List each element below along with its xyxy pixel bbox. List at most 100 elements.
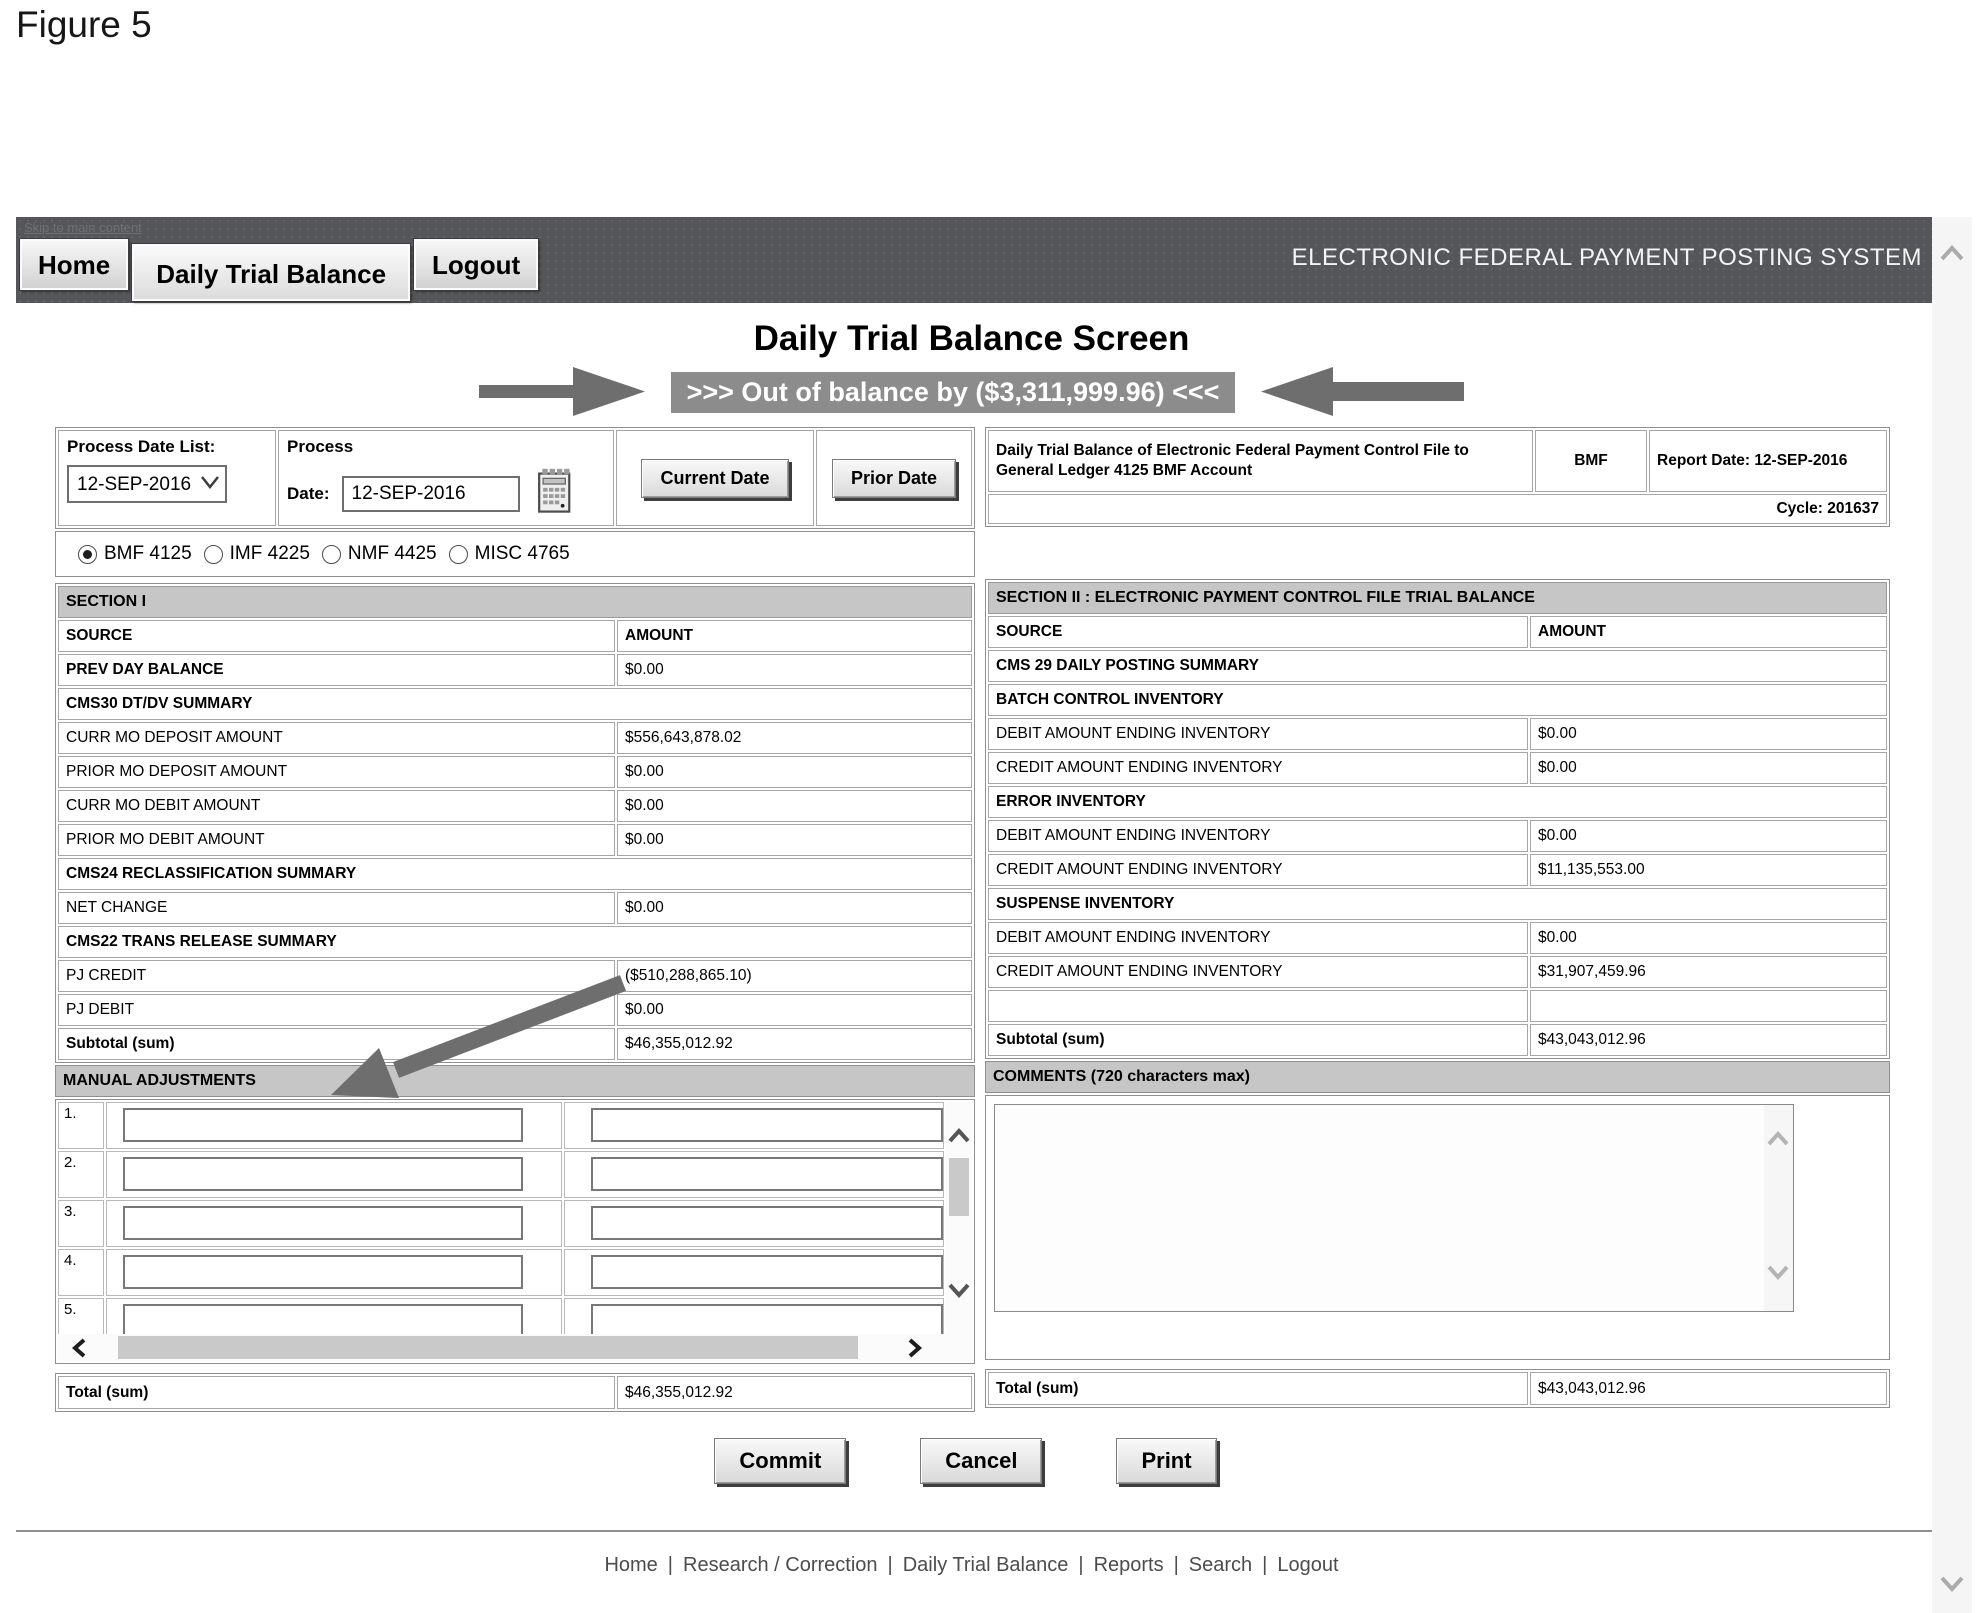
adjustments-vertical-scrollbar[interactable] — [946, 1102, 972, 1334]
footer-link-home[interactable]: Home — [604, 1554, 657, 1576]
adjustment-amount-cell — [564, 1249, 944, 1296]
adjustment-amount-cell — [564, 1151, 944, 1198]
skip-to-content-link[interactable]: Skip to main content — [24, 220, 142, 235]
radio-option-nmf-4425[interactable]: NMF 4425 — [322, 543, 437, 565]
process-date-list-label: Process Date List: — [67, 436, 267, 457]
group-label: CMS30 DT/DV SUMMARY — [58, 688, 972, 720]
prior-date-cell: Prior Date — [816, 430, 972, 526]
radio-label: MISC 4765 — [475, 543, 570, 565]
table-row: CREDIT AMOUNT ENDING INVENTORY$31,907,45… — [988, 956, 1887, 988]
adjustment-amount-input[interactable] — [591, 1304, 943, 1338]
comments-scrollbar[interactable] — [1764, 1105, 1793, 1311]
table-row: DEBIT AMOUNT ENDING INVENTORY$0.00 — [988, 820, 1887, 852]
adjustment-amount-input[interactable] — [591, 1157, 943, 1191]
radio-button-icon[interactable] — [204, 545, 223, 564]
row-value: $46,355,012.92 — [617, 1028, 972, 1060]
table-row: PREV DAY BALANCE$0.00 — [58, 654, 972, 686]
adjustment-desc-input[interactable] — [123, 1304, 523, 1338]
radio-option-bmf-4125[interactable]: BMF 4125 — [78, 543, 192, 565]
table-row: CMS30 DT/DV SUMMARY — [58, 688, 972, 720]
row-value: $0.00 — [617, 756, 972, 788]
row-value: $0.00 — [1530, 922, 1887, 954]
group-label: SUSPENSE INVENTORY — [988, 888, 1887, 920]
row-label: CREDIT AMOUNT ENDING INVENTORY — [988, 752, 1528, 784]
scroll-up-icon[interactable] — [1766, 1131, 1790, 1152]
adjustment-desc-input[interactable] — [123, 1108, 523, 1142]
row-label: PJ CREDIT — [58, 960, 615, 992]
total-value: $43,043,012.96 — [1530, 1372, 1887, 1405]
group-label: CMS 29 DAILY POSTING SUMMARY — [988, 650, 1887, 682]
radio-button-icon[interactable] — [78, 545, 97, 564]
section2-total-table: Total (sum) $43,043,012.96 — [985, 1369, 1890, 1408]
adjustment-desc-input[interactable] — [123, 1255, 523, 1289]
adjustment-rows: 1.2.3.4.5. — [58, 1102, 944, 1347]
footer-link-logout[interactable]: Logout — [1277, 1554, 1338, 1576]
adjustment-amount-input[interactable] — [591, 1255, 943, 1289]
footer-link-search[interactable]: Search — [1189, 1554, 1252, 1576]
process-date-cell: Process Date: — [278, 430, 614, 526]
system-title: ELECTRONIC FEDERAL PAYMENT POSTING SYSTE… — [1292, 244, 1922, 272]
action-buttons: Commit Cancel Print — [55, 1438, 1876, 1484]
process-date-input[interactable] — [342, 476, 520, 512]
row-label: DEBIT AMOUNT ENDING INVENTORY — [988, 820, 1528, 852]
prior-date-button[interactable]: Prior Date — [832, 459, 956, 498]
scroll-up-icon[interactable] — [1939, 245, 1965, 267]
report-description: Daily Trial Balance of Electronic Federa… — [988, 430, 1533, 492]
radio-button-icon[interactable] — [322, 545, 341, 564]
adjustment-desc-input[interactable] — [123, 1157, 523, 1191]
footer-link-reports[interactable]: Reports — [1094, 1554, 1164, 1576]
out-of-balance-row: >>> Out of balance by ($3,311,999.96) <<… — [55, 365, 1888, 419]
scroll-left-icon[interactable] — [70, 1337, 88, 1364]
group-label: CMS22 TRANS RELEASE SUMMARY — [58, 926, 972, 958]
report-account: BMF — [1535, 430, 1647, 492]
adjustment-desc-input[interactable] — [123, 1206, 523, 1240]
tab-logout[interactable]: Logout — [414, 239, 538, 290]
scrollbar-thumb[interactable] — [118, 1336, 858, 1359]
radio-option-misc-4765[interactable]: MISC 4765 — [449, 543, 570, 565]
total-label: Total (sum) — [988, 1372, 1528, 1405]
adjustments-horizontal-scrollbar[interactable] — [58, 1334, 972, 1361]
current-date-button[interactable]: Current Date — [641, 459, 788, 498]
report-date: Report Date: 12-SEP-2016 — [1649, 430, 1887, 492]
scroll-up-icon[interactable] — [947, 1128, 971, 1149]
process-date-list-select[interactable]: 12-SEP-2016 — [67, 465, 227, 503]
scroll-down-icon[interactable] — [1766, 1264, 1790, 1285]
print-button[interactable]: Print — [1116, 1438, 1216, 1484]
adjustment-amount-input[interactable] — [591, 1108, 943, 1142]
comments-panel — [985, 1095, 1890, 1360]
scroll-down-icon[interactable] — [1939, 1575, 1965, 1597]
row-label: SOURCE — [58, 620, 615, 652]
comments-textarea[interactable] — [995, 1105, 1763, 1311]
tab-daily-trial-balance[interactable]: Daily Trial Balance — [132, 244, 410, 301]
radio-option-imf-4225[interactable]: IMF 4225 — [204, 543, 310, 565]
table-row: CREDIT AMOUNT ENDING INVENTORY$0.00 — [988, 752, 1887, 784]
scroll-right-icon[interactable] — [906, 1337, 924, 1364]
tab-home[interactable]: Home — [20, 239, 128, 290]
table-row: BATCH CONTROL INVENTORY — [988, 684, 1887, 716]
row-value: $43,043,012.96 — [1530, 1024, 1887, 1056]
group-label: CMS24 RECLASSIFICATION SUMMARY — [58, 858, 972, 890]
footer-divider — [16, 1530, 1936, 1532]
row-value: $0.00 — [617, 824, 972, 856]
row-label: CREDIT AMOUNT ENDING INVENTORY — [988, 854, 1528, 886]
scrollbar-thumb[interactable] — [949, 1158, 969, 1216]
cancel-button[interactable]: Cancel — [920, 1438, 1042, 1484]
adjustment-amount-input[interactable] — [591, 1206, 943, 1240]
commit-button[interactable]: Commit — [714, 1438, 846, 1484]
row-value: $556,643,878.02 — [617, 722, 972, 754]
scroll-down-icon[interactable] — [947, 1282, 971, 1303]
radio-button-icon[interactable] — [449, 545, 468, 564]
adjustment-desc-cell — [106, 1249, 562, 1296]
row-value — [1530, 990, 1887, 1022]
adjustment-row-number: 2. — [58, 1151, 104, 1198]
report-cycle: Cycle: 201637 — [988, 494, 1887, 524]
calendar-icon[interactable] — [536, 467, 574, 520]
process-date-form: Process Date List: 12-SEP-2016 — [55, 427, 975, 529]
footer-link-research-correction[interactable]: Research / Correction — [683, 1554, 878, 1576]
page-scrollbar[interactable] — [1932, 217, 1972, 1613]
nav-tabs: Home Daily Trial Balance Logout — [20, 239, 542, 290]
table-row: Subtotal (sum)$46,355,012.92 — [58, 1028, 972, 1060]
table-row: NET CHANGE$0.00 — [58, 892, 972, 924]
table-row: PJ DEBIT$0.00 — [58, 994, 972, 1026]
footer-link-daily-trial-balance[interactable]: Daily Trial Balance — [903, 1554, 1069, 1576]
